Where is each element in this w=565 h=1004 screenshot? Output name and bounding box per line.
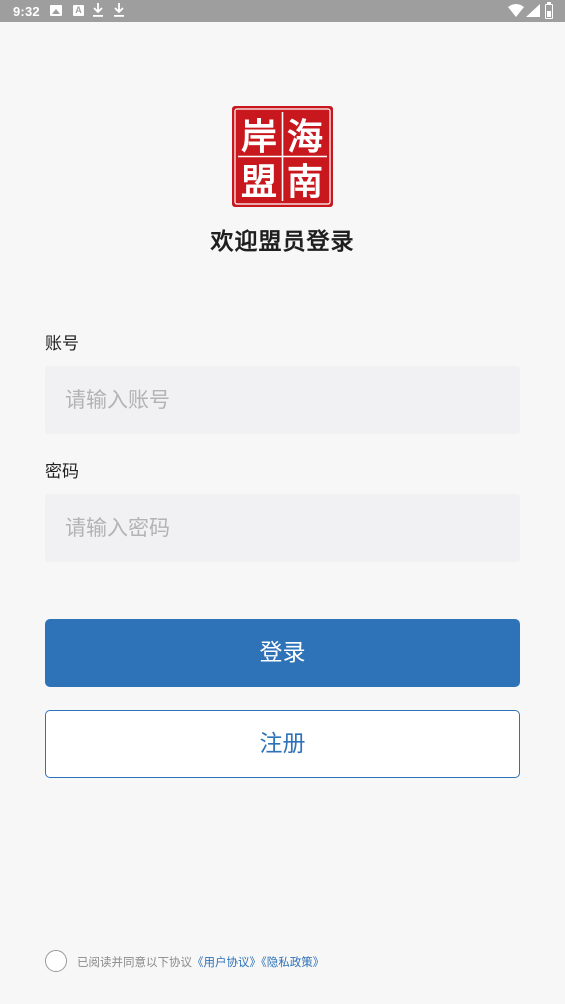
svg-text:盟: 盟	[241, 162, 277, 203]
register-button[interactable]: 注册	[45, 710, 520, 778]
status-bar: 9:32 A	[0, 0, 565, 22]
battery-icon	[545, 2, 553, 19]
agreement-prefix: 已阅读并同意以下协议	[77, 955, 192, 969]
privacy-policy-link[interactable]: 《隐私政策》	[261, 955, 324, 969]
login-button[interactable]: 登录	[45, 619, 520, 687]
download-icon	[114, 3, 124, 17]
svg-text:南: 南	[287, 162, 323, 203]
svg-text:岸: 岸	[241, 117, 277, 158]
svg-text:海: 海	[287, 117, 323, 158]
photo-icon	[50, 5, 62, 16]
signal-icon	[526, 4, 540, 17]
a-icon: A	[73, 5, 84, 16]
password-label: 密码	[45, 462, 79, 482]
account-input[interactable]	[45, 366, 520, 434]
user-agreement-link[interactable]: 《用户协议》	[192, 955, 261, 969]
account-label: 账号	[45, 334, 79, 354]
wifi-icon	[508, 4, 524, 17]
agreement-checkbox[interactable]	[45, 950, 67, 972]
password-input[interactable]	[45, 494, 520, 562]
welcome-title: 欢迎盟员登录	[210, 229, 355, 255]
status-time: 9:32	[13, 4, 40, 19]
login-screen: 9:32 A 海 岸 盟 南 欢迎盟员登录 账号 密码	[0, 0, 565, 1004]
seal-logo: 海 岸 盟 南	[232, 106, 333, 207]
agreement-text: 已阅读并同意以下协议《用户协议》《隐私政策》	[77, 954, 324, 970]
download-icon	[93, 3, 103, 17]
